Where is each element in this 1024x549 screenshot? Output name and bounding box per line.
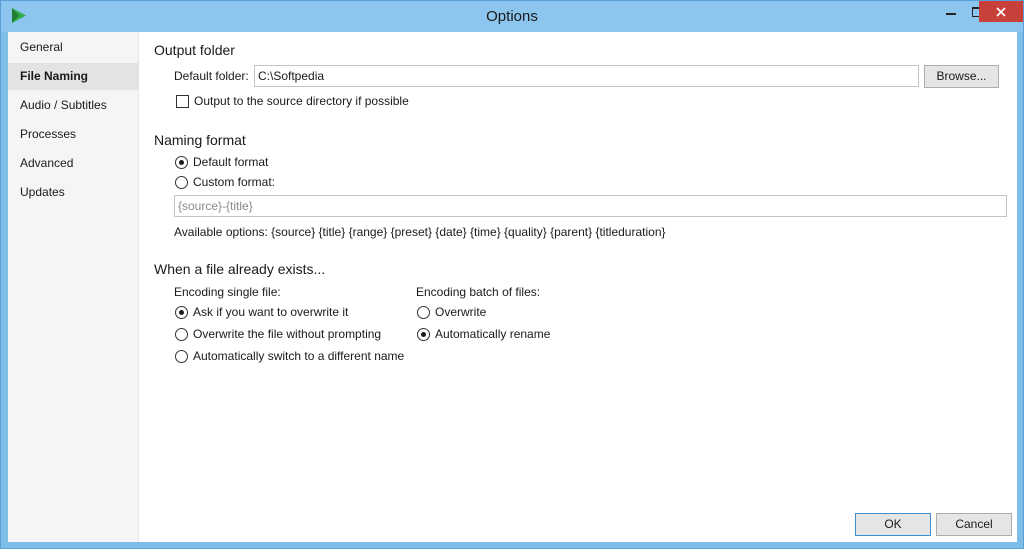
single-ask-label[interactable]: Ask if you want to overwrite it xyxy=(193,305,348,319)
sidebar: General File Naming Audio / Subtitles Pr… xyxy=(8,32,139,542)
naming-format-header: Naming format xyxy=(154,132,246,148)
available-options-text: Available options: {source} {title} {ran… xyxy=(174,225,666,239)
client-area: General File Naming Audio / Subtitles Pr… xyxy=(8,32,1017,542)
batch-overwrite-label[interactable]: Overwrite xyxy=(435,305,486,319)
default-format-label[interactable]: Default format xyxy=(193,155,268,169)
close-button[interactable] xyxy=(979,1,1023,22)
custom-format-radio[interactable] xyxy=(175,176,188,189)
cancel-button[interactable]: Cancel xyxy=(936,513,1012,536)
batch-files-label: Encoding batch of files: xyxy=(416,285,541,299)
output-folder-header: Output folder xyxy=(154,42,235,58)
custom-format-input[interactable] xyxy=(174,195,1007,217)
default-folder-input[interactable] xyxy=(254,65,919,87)
batch-overwrite-radio[interactable] xyxy=(417,306,430,319)
settings-panel: Output folder Default folder: Browse... … xyxy=(139,32,1017,542)
default-folder-label: Default folder: xyxy=(174,69,249,83)
minimize-icon xyxy=(945,13,956,15)
close-icon xyxy=(996,6,1006,17)
default-format-radio[interactable] xyxy=(175,156,188,169)
single-rename-radio[interactable] xyxy=(175,350,188,363)
source-dir-checkbox[interactable] xyxy=(176,95,189,108)
sidebar-item-advanced[interactable]: Advanced xyxy=(8,150,139,177)
batch-rename-label[interactable]: Automatically rename xyxy=(435,327,550,341)
custom-format-label[interactable]: Custom format: xyxy=(193,175,275,189)
ok-button[interactable]: OK xyxy=(855,513,931,536)
options-window: Options General File Naming Audio / Subt… xyxy=(0,0,1024,549)
single-file-label: Encoding single file: xyxy=(174,285,281,299)
single-overwrite-radio[interactable] xyxy=(175,328,188,341)
title-bar[interactable]: Options xyxy=(1,1,1023,32)
batch-rename-radio[interactable] xyxy=(417,328,430,341)
file-exists-header: When a file already exists... xyxy=(154,261,326,277)
single-overwrite-label[interactable]: Overwrite the file without prompting xyxy=(193,327,381,341)
window-title: Options xyxy=(486,8,538,25)
sidebar-item-audio-subtitles[interactable]: Audio / Subtitles xyxy=(8,92,139,119)
sidebar-item-file-naming[interactable]: File Naming xyxy=(8,63,139,90)
source-dir-label[interactable]: Output to the source directory if possib… xyxy=(194,94,409,108)
minimize-button[interactable] xyxy=(937,2,964,22)
single-ask-radio[interactable] xyxy=(175,306,188,319)
sidebar-item-updates[interactable]: Updates xyxy=(8,179,139,206)
sidebar-item-general[interactable]: General xyxy=(8,34,139,61)
sidebar-item-processes[interactable]: Processes xyxy=(8,121,139,148)
browse-button[interactable]: Browse... xyxy=(924,65,999,88)
single-rename-label[interactable]: Automatically switch to a different name xyxy=(193,349,404,363)
